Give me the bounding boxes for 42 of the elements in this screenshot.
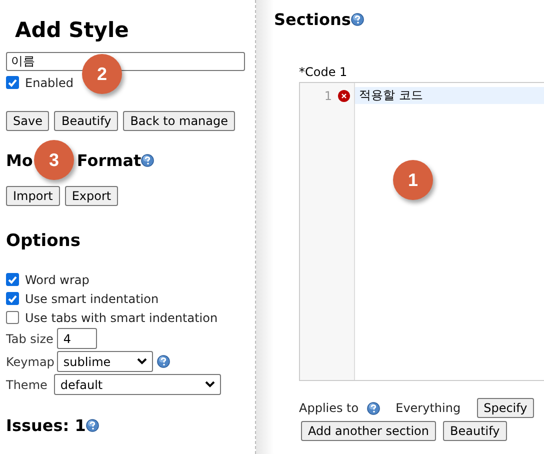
checkbox-label: Use tabs with smart indentation (25, 310, 218, 324)
action-button[interactable]: Save (6, 111, 50, 131)
chevron-icon (137, 358, 148, 365)
section-heading: Format (76, 151, 142, 170)
code-label: *Code 1 (299, 65, 348, 79)
checkbox-label: Enabled (25, 76, 74, 90)
field-label: Tab size (6, 332, 54, 346)
help-icon[interactable] (366, 402, 380, 414)
keymap-select[interactable]: sublime (57, 351, 154, 372)
chevron-icon (205, 381, 216, 388)
step-badge: 2 (82, 54, 122, 94)
checkbox-label: Use smart indentation (25, 292, 159, 306)
field-label: Theme (6, 378, 48, 392)
action-button[interactable]: Beautify (54, 111, 118, 131)
checkbox[interactable] (6, 311, 19, 324)
help-icon[interactable] (86, 419, 99, 432)
help-icon[interactable] (350, 13, 364, 26)
checkbox[interactable] (6, 273, 19, 286)
line-number: 1 (324, 88, 332, 102)
step-badge: 3 (34, 140, 74, 180)
action-button[interactable]: Back to manage (123, 111, 236, 131)
section-heading: Mo (6, 151, 33, 170)
help-icon[interactable] (141, 154, 154, 167)
theme-select[interactable]: default (54, 374, 222, 395)
page-title: Add Style (15, 18, 130, 42)
help-icon[interactable] (157, 355, 170, 368)
section-heading: Sections (274, 10, 351, 29)
checkbox[interactable] (6, 76, 19, 89)
checkbox[interactable] (6, 292, 19, 305)
format-button[interactable]: Import (6, 186, 60, 206)
section-heading: Options (6, 231, 80, 251)
tab-size-field[interactable]: 4 (57, 328, 98, 349)
applies-label: Applies to (299, 401, 359, 415)
format-button[interactable]: Export (64, 186, 118, 206)
section-button[interactable]: Add another section (301, 421, 436, 441)
code-line: 적용할 코드 (359, 87, 423, 104)
section-heading: Issues: 1 (6, 416, 86, 435)
applies-value: Everything (396, 401, 461, 415)
specify-button[interactable]: Specify (476, 398, 534, 418)
section-button[interactable]: Beautify (443, 421, 507, 441)
field-label: Keymap (6, 354, 54, 368)
checkbox-label: Word wrap (25, 272, 90, 286)
